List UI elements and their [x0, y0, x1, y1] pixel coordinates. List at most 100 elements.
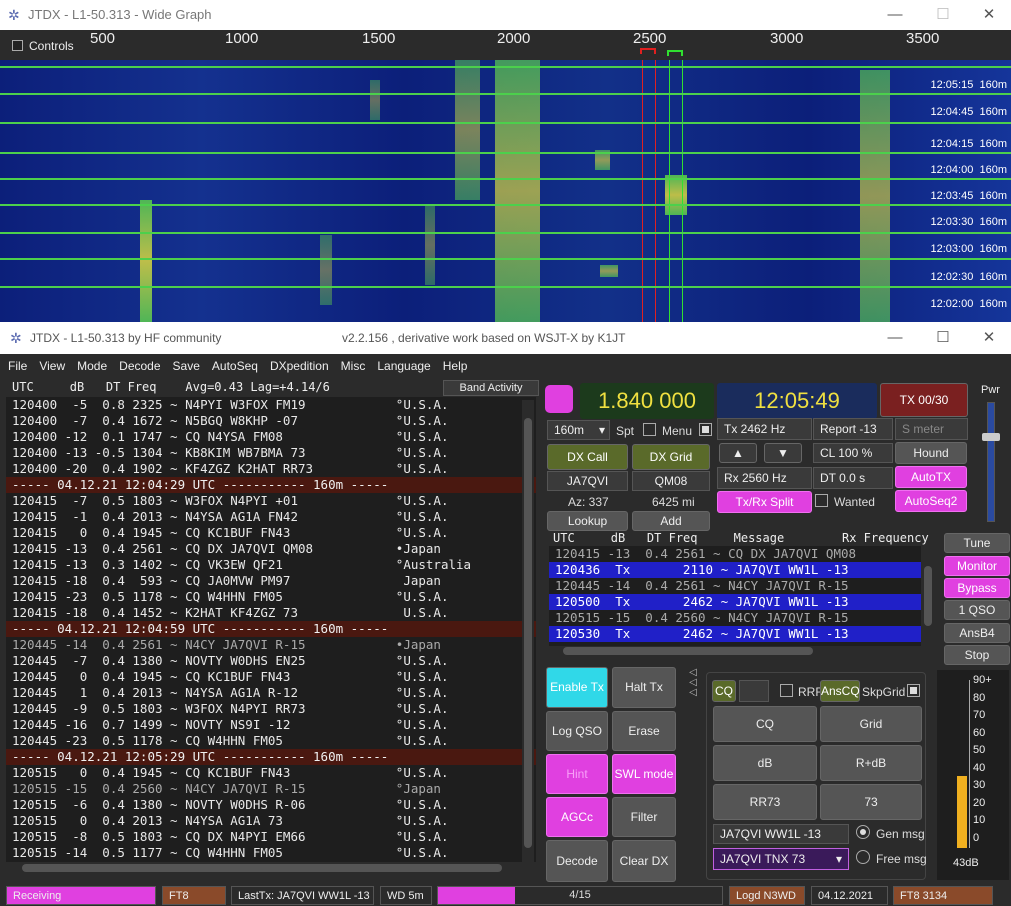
rx-list-vscroll[interactable]	[922, 546, 934, 646]
period-separator[interactable]: ----- 04.12.21 12:04:59 UTC ----------- …	[6, 621, 536, 637]
decode-row[interactable]: 120400 -7 0.4 1672 ~ N5BGQ W8KHP -07 °U.…	[6, 413, 536, 429]
menu-language[interactable]: Language	[371, 354, 436, 378]
tx-row[interactable]: 120436 Tx 2110 ~ JA7QVI WW1L -13	[549, 562, 921, 578]
menu-save[interactable]: Save	[167, 354, 206, 378]
decode-row[interactable]: 120515 -8 0.5 1803 ~ CQ DX N4PYI EM66 °U…	[6, 829, 536, 845]
controls-checkbox[interactable]	[12, 40, 23, 51]
rrr-checkbox[interactable]	[780, 684, 793, 697]
decode-row[interactable]: 120400 -20 0.4 1902 ~ KF4ZGZ K2HAT RR73 …	[6, 461, 536, 477]
decode-row[interactable]: 120445 1 0.4 2013 ~ N4YSA AG1A R-12 °U.S…	[6, 685, 536, 701]
decode-row[interactable]: 120515 -6 0.4 1380 ~ NOVTY W0DHS R-06 °U…	[6, 797, 536, 813]
wanted-checkbox[interactable]	[815, 494, 828, 507]
log-qso-button[interactable]: Log QSO	[546, 711, 608, 751]
decode-row[interactable]: 120445 0 0.4 1945 ~ CQ KC1BUF FN43 °U.S.…	[6, 669, 536, 685]
menu-help[interactable]: Help	[437, 354, 474, 378]
report-field[interactable]: Report -13	[813, 418, 893, 440]
tx-grid-button[interactable]: Grid	[820, 706, 922, 742]
tx-counter-button[interactable]: TX 00/30	[880, 383, 968, 417]
decode-row[interactable]: 120445 -16 0.7 1499 ~ NOVTY NS9I -12 °U.…	[6, 717, 536, 733]
decode-row[interactable]: 120400 -12 0.1 1747 ~ CQ N4YSA FM08 °U.S…	[6, 429, 536, 445]
tx-row[interactable]: 120530 Tx 2462 ~ JA7QVI WW1L -13	[549, 626, 921, 642]
filter-button[interactable]: Filter	[612, 797, 676, 837]
minimize-button[interactable]: —	[872, 322, 918, 354]
decode-row[interactable]: 120415 -7 0.5 1803 ~ W3FOX N4PYI +01 °U.…	[6, 493, 536, 509]
band-activity-vscroll[interactable]	[522, 400, 534, 862]
menu-autoseq[interactable]: AutoSeq	[206, 354, 264, 378]
monitor-button[interactable]: Monitor	[944, 556, 1010, 576]
decode-row[interactable]: 120445 -14 0.4 2561 ~ N4CY JA7QVI R-15 •…	[6, 637, 536, 653]
decode-row[interactable]: 120515 -14 0.5 1177 ~ CQ W4HHN FM05 °U.S…	[6, 845, 536, 861]
menu-checkbox[interactable]	[699, 423, 712, 436]
tx-freq-down-button[interactable]: ▼	[764, 443, 802, 463]
spt-checkbox[interactable]	[643, 423, 656, 436]
add-button[interactable]: Add	[632, 511, 710, 531]
tx-freq-up-button[interactable]: ▲	[719, 443, 757, 463]
dx-call-field[interactable]: JA7QVI	[547, 471, 628, 491]
decode-row[interactable]: 120415 -1 0.4 2013 ~ N4YSA AG1A FN42 °U.…	[6, 509, 536, 525]
period-separator[interactable]: ----- 04.12.21 12:04:29 UTC ----------- …	[6, 477, 536, 493]
ansb4-button[interactable]: AnsB4	[944, 623, 1010, 643]
autotx-button[interactable]: AutoTX	[895, 466, 967, 488]
stop-button[interactable]: Stop	[944, 645, 1010, 665]
decode-row[interactable]: 120515 -15 0.4 2560 ~ N4CY JA7QVI R-15 °…	[6, 781, 536, 797]
maximize-button[interactable]: ☐	[920, 322, 966, 354]
decode-row[interactable]: 120445 -9 0.5 1803 ~ W3FOX N4PYI RR73 °U…	[6, 701, 536, 717]
erase-button[interactable]: Erase	[612, 711, 676, 751]
pwr-slider[interactable]	[982, 402, 1000, 522]
rx-frequency-list[interactable]: 120415 -13 0.4 2561 ~ CQ DX JA7QVI QM08 1…	[549, 546, 921, 646]
decode-row[interactable]: 120415 -13 0.3 1402 ~ CQ VK3EW QF21 °Aus…	[6, 557, 536, 573]
tab-selector-icon[interactable]: ◁ ◁ ◁	[682, 668, 704, 698]
band-activity-button[interactable]: Band Activity	[443, 380, 539, 396]
decode-row[interactable]: 120515 0 0.4 1945 ~ CQ KC1BUF FN43 °U.S.…	[6, 765, 536, 781]
decode-row[interactable]: 120445 -7 0.4 1380 ~ NOVTY W0DHS EN25 °U…	[6, 653, 536, 669]
agcc-button[interactable]: AGCc	[546, 797, 608, 837]
rx-frequency-field[interactable]: Rx 2560 Hz	[717, 467, 812, 489]
tx-rr73-button[interactable]: RR73	[713, 784, 817, 820]
decode-row[interactable]: 120415 -18 0.4 1452 ~ K2HAT KF4ZGZ 73 U.…	[6, 605, 536, 621]
clear-dx-button[interactable]: Clear DX	[612, 840, 676, 882]
skpgrid-checkbox[interactable]	[907, 684, 920, 697]
one-qso-button[interactable]: 1 QSO	[944, 600, 1010, 620]
decode-row[interactable]: 120415 -13 0.4 2561 ~ CQ DX JA7QVI QM08 …	[6, 541, 536, 557]
rx-row[interactable]: 120415 -13 0.4 2561 ~ CQ DX JA7QVI QM08	[549, 546, 921, 562]
dx-grid-field[interactable]: QM08	[632, 471, 710, 491]
band-activity-hscroll[interactable]	[6, 862, 536, 874]
rx-row[interactable]: 120515 -15 0.4 2560 ~ N4CY JA7QVI R-15	[549, 610, 921, 626]
band-select[interactable]: 160m ▾	[547, 420, 610, 440]
menu-mode[interactable]: Mode	[71, 354, 113, 378]
hound-button[interactable]: Hound	[895, 442, 967, 464]
dx-grid-button[interactable]: DX Grid	[632, 444, 710, 470]
hint-button[interactable]: Hint	[546, 754, 608, 794]
gen-msg-field[interactable]: JA7QVI WW1L -13	[713, 824, 849, 844]
dt-field[interactable]: DT 0.0 s	[813, 467, 893, 489]
decode-row[interactable]: 120515 0 0.4 2013 ~ N4YSA AG1A 73 °U.S.A…	[6, 813, 536, 829]
rx-row[interactable]: 120445 -14 0.4 2561 ~ N4CY JA7QVI R-15	[549, 578, 921, 594]
free-msg-field[interactable]: JA7QVI TNX 73 ▾	[713, 848, 849, 870]
bypass-button[interactable]: Bypass	[944, 578, 1010, 598]
band-activity-list[interactable]: 120400 -5 0.8 2325 ~ N4PYI W3FOX FM19 °U…	[6, 397, 536, 865]
dx-call-button[interactable]: DX Call	[547, 444, 628, 470]
period-separator[interactable]: ----- 04.12.21 12:05:29 UTC ----------- …	[6, 749, 536, 765]
menu-view[interactable]: View	[33, 354, 71, 378]
swl-mode-button[interactable]: SWL mode	[612, 754, 676, 794]
txrx-split-button[interactable]: Tx/Rx Split	[717, 491, 812, 513]
halt-tx-button[interactable]: Halt Tx	[612, 667, 676, 708]
menu-decode[interactable]: Decode	[113, 354, 166, 378]
decode-row[interactable]: 120400 -13 -0.5 1304 ~ KB8KIM WB7BMA 73 …	[6, 445, 536, 461]
decode-button[interactable]: Decode	[546, 840, 608, 882]
enable-tx-button[interactable]: Enable Tx	[546, 667, 608, 708]
menu-dxpedition[interactable]: DXpedition	[264, 354, 335, 378]
maximize-button[interactable]: ☐	[920, 0, 966, 30]
waterfall[interactable]: 12:05:15 160m 12:04:45 160m 12:04:15 160…	[0, 60, 1011, 322]
menu-file[interactable]: File	[0, 354, 33, 378]
rx-list-hscroll[interactable]	[549, 646, 921, 656]
autoseq2-button[interactable]: AutoSeq2	[895, 490, 967, 512]
decode-row[interactable]: 120445 -23 0.5 1178 ~ CQ W4HHN FM05 °U.S…	[6, 733, 536, 749]
cl-field[interactable]: CL 100 %	[813, 443, 893, 463]
decode-row[interactable]: 120415 -18 0.4 593 ~ CQ JA0MVW PM97 Japa…	[6, 573, 536, 589]
tx-db-button[interactable]: dB	[713, 745, 817, 781]
minimize-button[interactable]: —	[872, 0, 918, 30]
gen-msg-radio[interactable]	[856, 825, 870, 839]
frequency-ruler[interactable]: Controls 500 1000 1500 2000 2500 3000 35…	[0, 30, 1011, 60]
free-msg-radio[interactable]	[856, 850, 870, 864]
